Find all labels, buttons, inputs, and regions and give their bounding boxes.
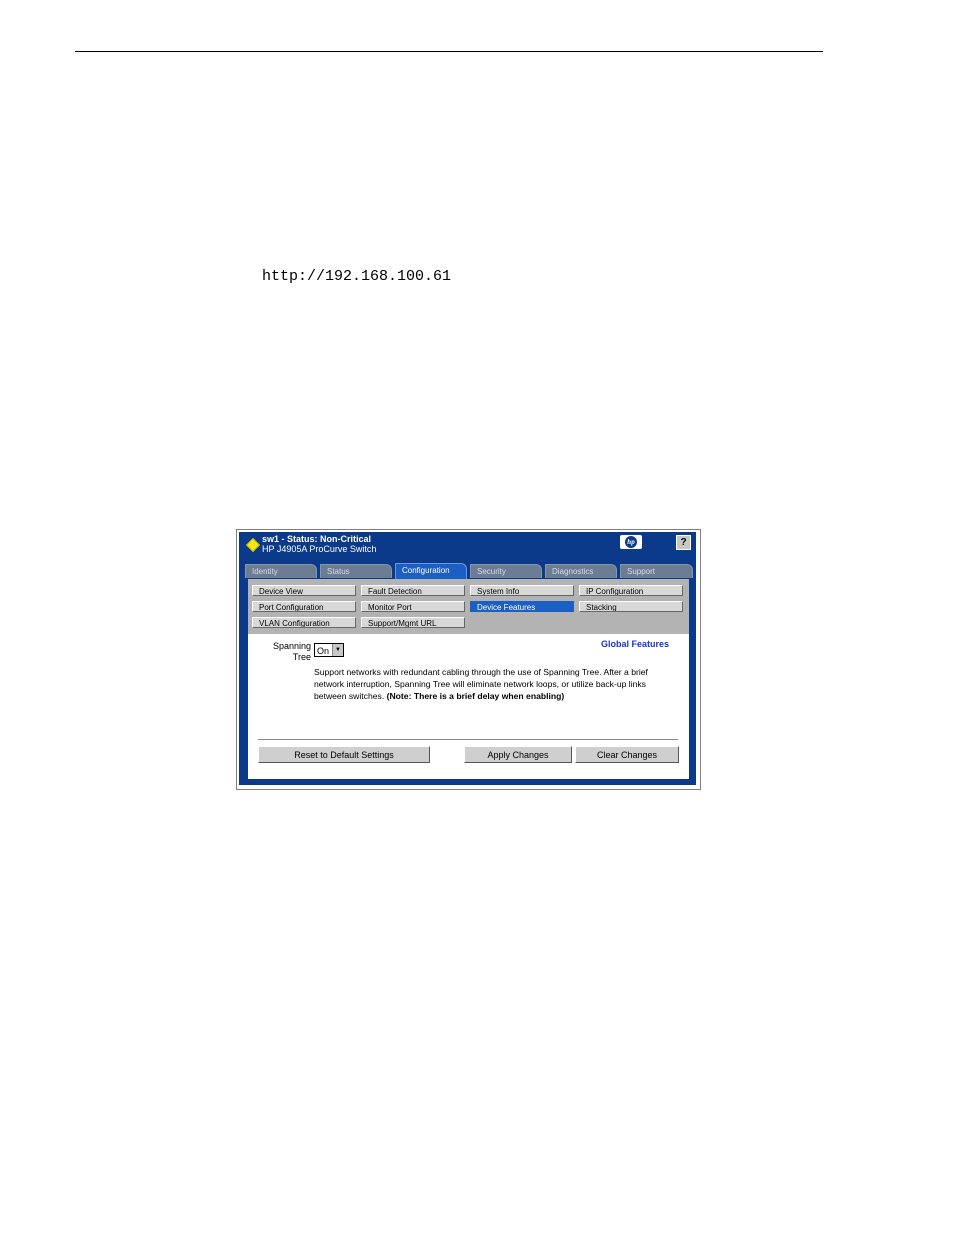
switch-web-ui-screenshot: sw1 - Status: Non-Critical HP J4905A Pro…: [236, 529, 701, 790]
tab-support[interactable]: Support: [620, 564, 693, 578]
configuration-subnav: Device View Fault Detection System Info …: [248, 579, 689, 634]
spanning-tree-select[interactable]: On ▼: [314, 643, 344, 657]
hp-logo-icon[interactable]: hp: [620, 535, 642, 549]
status-diamond-icon: [245, 537, 261, 553]
subnav-vlan-configuration[interactable]: VLAN Configuration: [252, 617, 356, 628]
device-model: HP J4905A ProCurve Switch: [262, 544, 377, 554]
spanning-tree-label: Spanning Tree: [248, 641, 311, 663]
subnav-system-info[interactable]: System Info: [470, 585, 574, 596]
spanning-tree-label-line1: Spanning: [272, 641, 311, 651]
tab-status[interactable]: Status: [320, 564, 392, 578]
divider: [258, 739, 678, 740]
subnav-fault-detection[interactable]: Fault Detection: [361, 585, 465, 596]
tab-identity[interactable]: Identity: [245, 564, 317, 578]
subnav-stacking[interactable]: Stacking: [579, 601, 683, 612]
tab-configuration[interactable]: Configuration: [395, 563, 467, 579]
header: sw1 - Status: Non-Critical HP J4905A Pro…: [239, 532, 696, 562]
procurve-web-agent: sw1 - Status: Non-Critical HP J4905A Pro…: [239, 532, 696, 785]
subnav-port-configuration[interactable]: Port Configuration: [252, 601, 356, 612]
dropdown-arrow-icon[interactable]: ▼: [332, 644, 343, 656]
section-title: Global Features: [600, 639, 669, 649]
device-status: sw1 - Status: Non-Critical: [262, 534, 372, 544]
help-button[interactable]: ?: [676, 535, 691, 550]
device-features-panel: Spanning Tree On ▼ Global Features Suppo…: [248, 634, 689, 779]
tab-security[interactable]: Security: [470, 564, 542, 578]
spanning-tree-value: On: [317, 646, 330, 656]
reset-defaults-button[interactable]: Reset to Default Settings: [258, 746, 430, 763]
spanning-tree-description: Support networks with redundant cabling …: [314, 666, 674, 702]
clear-changes-button[interactable]: Clear Changes: [575, 746, 679, 763]
description-note: (Note: There is a brief delay when enabl…: [386, 691, 565, 701]
page-top-rule: [75, 51, 823, 52]
bottom-bar: [239, 779, 696, 785]
subnav-monitor-port[interactable]: Monitor Port: [361, 601, 465, 612]
subnav-device-features[interactable]: Device Features: [470, 601, 574, 612]
apply-changes-button[interactable]: Apply Changes: [464, 746, 572, 763]
spanning-tree-label-line2: Tree: [292, 652, 311, 662]
subnav-ip-configuration[interactable]: IP Configuration: [579, 585, 683, 596]
main-tabs: Identity Status Configuration Security D…: [245, 563, 693, 579]
subnav-support-mgmt-url[interactable]: Support/Mgmt URL: [361, 617, 465, 628]
document-url: http://192.168.100.61: [262, 268, 452, 285]
subnav-device-view[interactable]: Device View: [252, 585, 356, 596]
tab-diagnostics[interactable]: Diagnostics: [545, 564, 617, 578]
